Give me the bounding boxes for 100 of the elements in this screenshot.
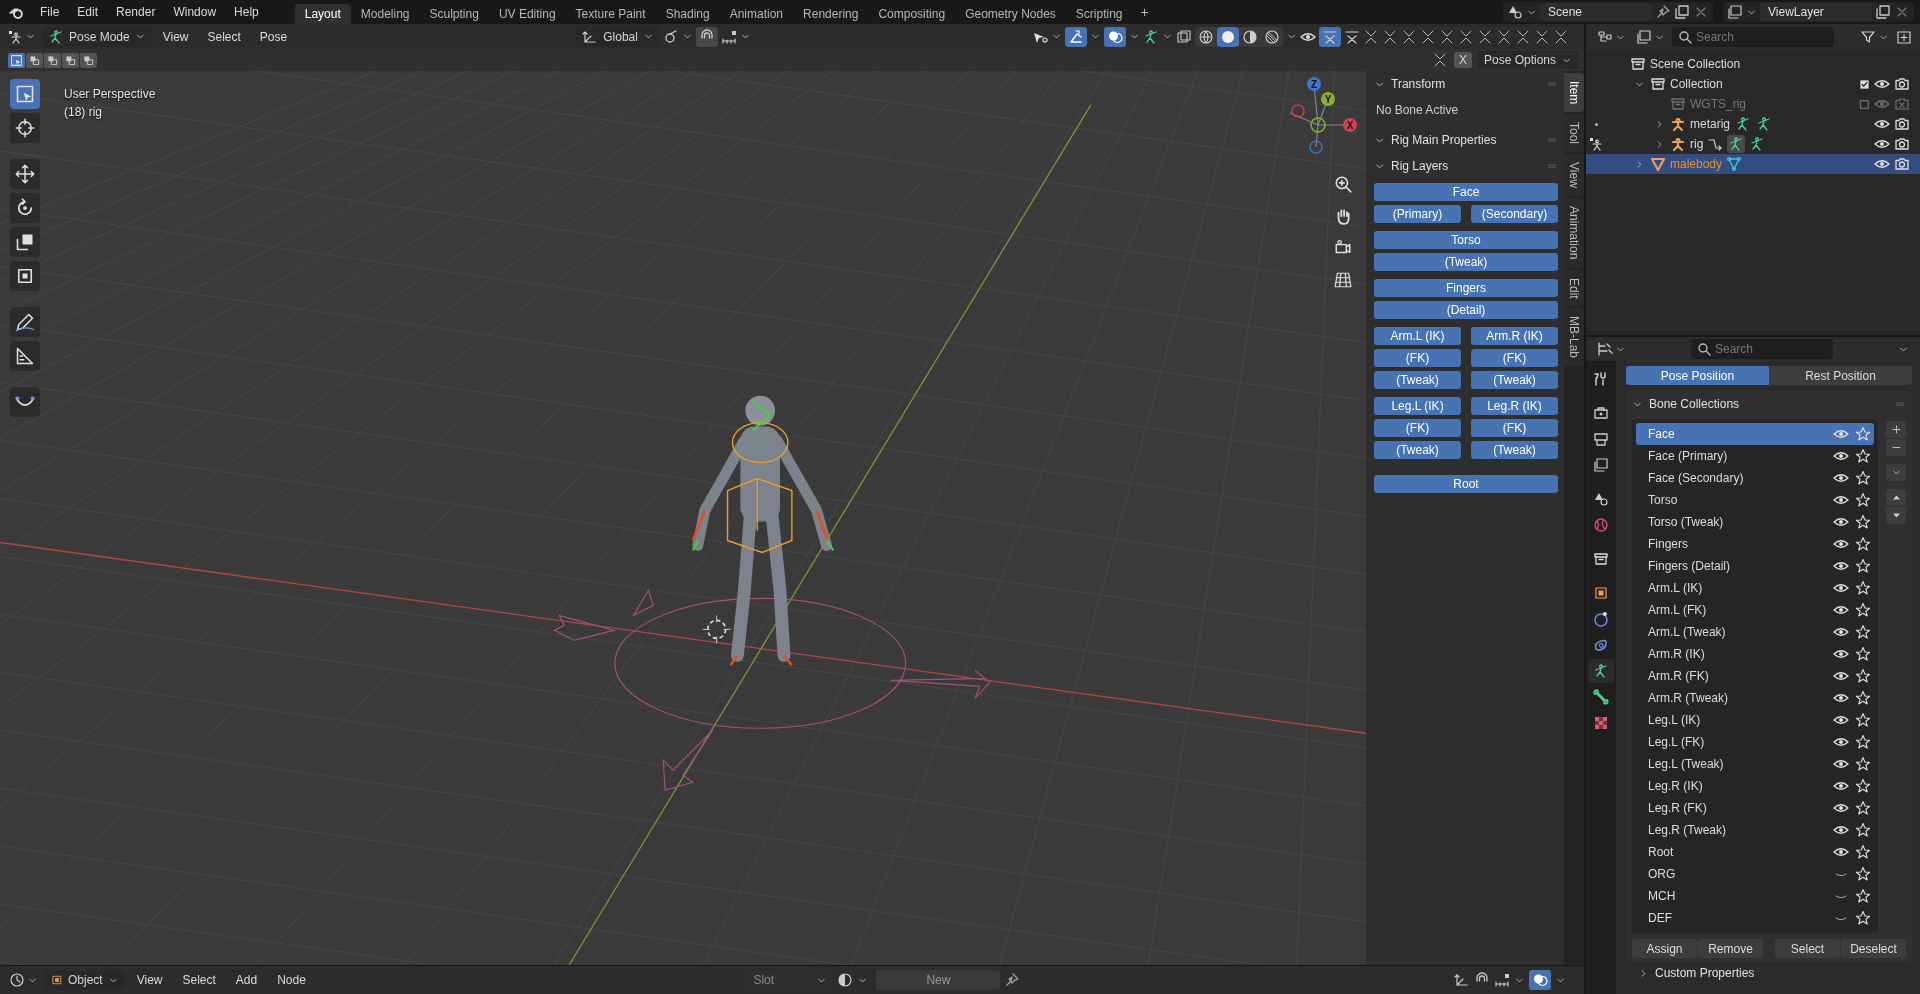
- layer-toggle-button[interactable]: (FK): [1471, 349, 1558, 367]
- snap-icon[interactable]: [1494, 972, 1510, 988]
- sidebar-tab[interactable]: Tool: [1564, 114, 1584, 153]
- scene-field[interactable]: Scene: [1540, 3, 1652, 21]
- action-button[interactable]: Assign: [1632, 939, 1697, 958]
- search-field[interactable]: Search: [1691, 339, 1833, 359]
- star-icon[interactable]: [1855, 668, 1871, 684]
- x-cross-icon[interactable]: [1458, 28, 1474, 45]
- select-mode-button[interactable]: [8, 52, 25, 68]
- bone-collection-row[interactable]: Root: [1636, 841, 1874, 863]
- figure-icon[interactable]: [1143, 28, 1159, 45]
- menu-item[interactable]: Render: [108, 2, 164, 22]
- workspace-tab[interactable]: Animation: [719, 4, 794, 24]
- bone-collection-row[interactable]: Face (Primary): [1636, 445, 1874, 467]
- workspace-tab[interactable]: Texture Paint: [565, 4, 656, 24]
- x-cross-icon[interactable]: [1363, 28, 1379, 45]
- layer-toggle-button[interactable]: Root: [1374, 475, 1558, 493]
- axis-label[interactable]: Z: [1307, 77, 1321, 91]
- star-icon[interactable]: [1855, 448, 1871, 464]
- bone-collection-row[interactable]: Face (Secondary): [1636, 467, 1874, 489]
- grid-icon[interactable]: [1334, 271, 1352, 289]
- layer-toggle-button[interactable]: (FK): [1374, 419, 1461, 437]
- action-button[interactable]: Remove: [1698, 939, 1763, 958]
- workspace-tab[interactable]: Rendering: [793, 4, 869, 24]
- dash-toggle[interactable]: [1319, 26, 1341, 47]
- menu-item[interactable]: File: [32, 2, 68, 22]
- orientation-dropdown[interactable]: Global: [576, 26, 660, 47]
- workspace-tab[interactable]: Modeling: [350, 4, 420, 24]
- bone-collection-row[interactable]: Arm.L (IK): [1636, 577, 1874, 599]
- workspace-tab[interactable]: Geometry Nodes: [955, 4, 1066, 24]
- menu-item[interactable]: Add: [227, 970, 266, 990]
- bone-collection-row[interactable]: Arm.R (IK): [1636, 643, 1874, 665]
- sidebar-tab[interactable]: MB-Lab: [1564, 308, 1584, 367]
- remove-button[interactable]: [1886, 439, 1906, 456]
- copy-icon[interactable]: [1875, 4, 1891, 20]
- tool-button[interactable]: [10, 387, 40, 417]
- x-cross-icon[interactable]: [1401, 28, 1417, 45]
- star-icon[interactable]: [1855, 426, 1871, 442]
- add-workspace-button[interactable]: +: [1132, 4, 1157, 20]
- x-cross-icon[interactable]: [1439, 28, 1455, 45]
- star-icon[interactable]: [1855, 492, 1871, 508]
- bone-collection-row[interactable]: Fingers: [1636, 533, 1874, 555]
- bone-collection-row[interactable]: Leg.R (FK): [1636, 797, 1874, 819]
- outliner-row[interactable]: Scene Collection: [1586, 54, 1920, 74]
- layer-toggle-button[interactable]: Torso: [1374, 231, 1558, 249]
- layer-toggle-button[interactable]: (Secondary): [1471, 205, 1558, 223]
- pin-icon[interactable]: [1004, 972, 1021, 988]
- tool-button[interactable]: [10, 113, 40, 143]
- workspace-tab[interactable]: Layout: [294, 4, 351, 24]
- tool-button[interactable]: [10, 341, 40, 371]
- position-toggle[interactable]: Rest Position: [1769, 366, 1912, 385]
- star-icon[interactable]: [1855, 514, 1871, 530]
- workspace-tab[interactable]: Sculpting: [419, 4, 489, 24]
- scene-icon[interactable]: [1507, 4, 1523, 20]
- select-mode-button[interactable]: [26, 52, 43, 68]
- x-cross-icon[interactable]: [1534, 28, 1550, 45]
- layer-toggle-button[interactable]: Leg.L (IK): [1374, 397, 1461, 415]
- shading-mode-button[interactable]: [1217, 26, 1239, 47]
- bone-collection-row[interactable]: Leg.L (IK): [1636, 709, 1874, 731]
- outliner-row[interactable]: metarig: [1586, 114, 1920, 134]
- outliner-row[interactable]: Collection: [1586, 74, 1920, 94]
- star-icon[interactable]: [1855, 734, 1871, 750]
- arrow-icon[interactable]: [1707, 136, 1724, 152]
- x-cross-icon[interactable]: [1496, 28, 1512, 45]
- layer-toggle-button[interactable]: Leg.R (IK): [1471, 397, 1558, 415]
- layer-toggle-button[interactable]: (Tweak): [1471, 371, 1558, 389]
- bone-collection-row[interactable]: Leg.L (Tweak): [1636, 753, 1874, 775]
- tool-button[interactable]: [10, 193, 40, 223]
- bone-collection-row[interactable]: Arm.R (FK): [1636, 665, 1874, 687]
- workspace-tab[interactable]: Shading: [655, 4, 720, 24]
- layer-toggle-button[interactable]: (Tweak): [1374, 253, 1558, 271]
- layer-toggle-button[interactable]: Fingers: [1374, 279, 1558, 297]
- bone-collection-row[interactable]: Arm.L (Tweak): [1636, 621, 1874, 643]
- star-icon[interactable]: [1855, 866, 1871, 882]
- menu-item[interactable]: Node: [269, 970, 314, 990]
- bone-collection-row[interactable]: Torso: [1636, 489, 1874, 511]
- camera-icon[interactable]: [1894, 136, 1910, 152]
- x-cross-icon[interactable]: [1420, 28, 1436, 45]
- dash-icon[interactable]: [1344, 28, 1360, 45]
- new-collection-icon[interactable]: [1896, 29, 1912, 45]
- x-cross-icon[interactable]: [1553, 28, 1569, 45]
- gizmo-toggle[interactable]: [1065, 26, 1087, 47]
- checkbox-icon[interactable]: [1859, 78, 1870, 90]
- menu-item[interactable]: Select: [199, 26, 249, 47]
- star-icon[interactable]: [1855, 800, 1871, 816]
- x-cross-icon[interactable]: [1477, 28, 1493, 45]
- bone-collection-row[interactable]: Fingers (Detail): [1636, 555, 1874, 577]
- sidebar-tab[interactable]: Animation: [1564, 198, 1584, 268]
- sidebar-tab[interactable]: Item: [1564, 73, 1584, 113]
- sidebar-tab[interactable]: Edit: [1564, 269, 1584, 307]
- menu-item[interactable]: Edit: [69, 2, 107, 22]
- bone-collection-row[interactable]: Leg.R (IK): [1636, 775, 1874, 797]
- position-toggle[interactable]: Pose Position: [1626, 366, 1769, 385]
- layer-toggle-button[interactable]: Arm.L (IK): [1374, 327, 1461, 345]
- mode-dropdown[interactable]: Pose Mode: [42, 26, 152, 47]
- menu-item[interactable]: View: [154, 26, 197, 47]
- snap-toggle[interactable]: [695, 26, 718, 47]
- pin-icon[interactable]: [1655, 4, 1671, 20]
- menu-item[interactable]: Help: [226, 2, 267, 22]
- tool-button[interactable]: [10, 159, 40, 189]
